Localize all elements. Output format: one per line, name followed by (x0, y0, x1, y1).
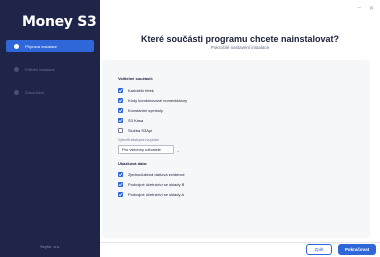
sidebar: Money S3 Příprava instalace Průběh insta… (0, 0, 100, 257)
step-active-icon (14, 43, 19, 49)
checkbox-unchecked-icon[interactable] (118, 127, 123, 133)
sidebar-nav: Příprava instalace Průběh instalace Doko… (0, 40, 100, 109)
optional-item[interactable]: Konstantní symboly (118, 107, 163, 113)
optional-item[interactable]: Kódy kombinované nomenklatury (118, 97, 187, 103)
checkbox-checked-icon[interactable] (118, 97, 123, 103)
optional-item[interactable]: Služba S3Api (118, 127, 152, 133)
checkbox-checked-icon[interactable] (118, 191, 123, 197)
step-icon (14, 66, 19, 72)
sidebar-item-prubeh: Průběh instalace (0, 63, 100, 75)
chevron-down-icon: ⌄ (176, 148, 180, 153)
app-logo: Money S3 (22, 14, 97, 30)
shortcut-label: Vytvořit zástupce na ploše (118, 138, 159, 142)
minimize-button[interactable]: – (358, 5, 361, 12)
sample-section-heading: Ukázková data: (118, 161, 148, 166)
optional-item[interactable]: S3 Kasa (118, 117, 143, 123)
page-subtitle: Pokročilé nastavení instalace (210, 45, 270, 50)
main-content: – ✕ Které součásti programu chcete nains… (100, 0, 380, 257)
checkbox-label: Kartotéki řetek (128, 87, 154, 93)
sidebar-item-label: Příprava instalace (25, 43, 58, 49)
checkbox-label: Podvojné účetnictví se sklady A (128, 191, 185, 197)
sample-item[interactable]: Podvojné účetnictví se sklady A (118, 191, 184, 197)
footer-divider (100, 242, 380, 243)
optional-section-heading: Volitelné součásti: (118, 76, 154, 81)
sidebar-footer: Seyfor, a.s. (39, 244, 60, 249)
sample-item[interactable]: Zjednodušená daňová evidence (118, 171, 185, 177)
checkbox-checked-icon[interactable] (118, 117, 123, 123)
checkbox-label: Podvojné účetnictví se sklady B (128, 181, 185, 187)
shortcut-select[interactable]: Pro všechny uživatele ⌄ (118, 145, 180, 154)
options-panel: Volitelné součásti: Kartotéki řetek Kódy… (102, 60, 370, 238)
sidebar-item-dokonceni: Dokončení (0, 86, 100, 98)
checkbox-checked-icon[interactable] (118, 107, 123, 113)
sidebar-item-priprava: Příprava instalace (6, 40, 94, 52)
checkbox-checked-icon[interactable] (118, 181, 123, 187)
sample-item[interactable]: Podvojné účetnictví se sklady B (118, 181, 184, 187)
checkbox-label: Zjednodušená daňová evidence (128, 171, 185, 177)
page-title: Které součásti programu chcete nainstalo… (140, 34, 340, 44)
sidebar-item-label: Dokončení (25, 89, 45, 95)
back-button[interactable]: Zpět (306, 244, 332, 255)
checkbox-label: S3 Kasa (128, 117, 144, 123)
checkbox-label: Služba S3Api (128, 127, 153, 133)
checkbox-label: Konstantní symboly (128, 107, 163, 113)
sidebar-item-label: Průběh instalace (25, 66, 55, 72)
step-icon (14, 89, 19, 95)
continue-button[interactable]: Pokračovat (338, 244, 376, 255)
checkbox-label: Kódy kombinované nomenklatury (128, 97, 188, 103)
window-controls: – ✕ (358, 5, 374, 12)
checkbox-checked-icon[interactable] (118, 87, 123, 93)
checkbox-checked-icon[interactable] (118, 171, 123, 177)
close-button[interactable]: ✕ (369, 5, 374, 12)
optional-item[interactable]: Kartotéki řetek (118, 87, 154, 93)
shortcut-select-value: Pro všechny uživatele (122, 147, 161, 152)
